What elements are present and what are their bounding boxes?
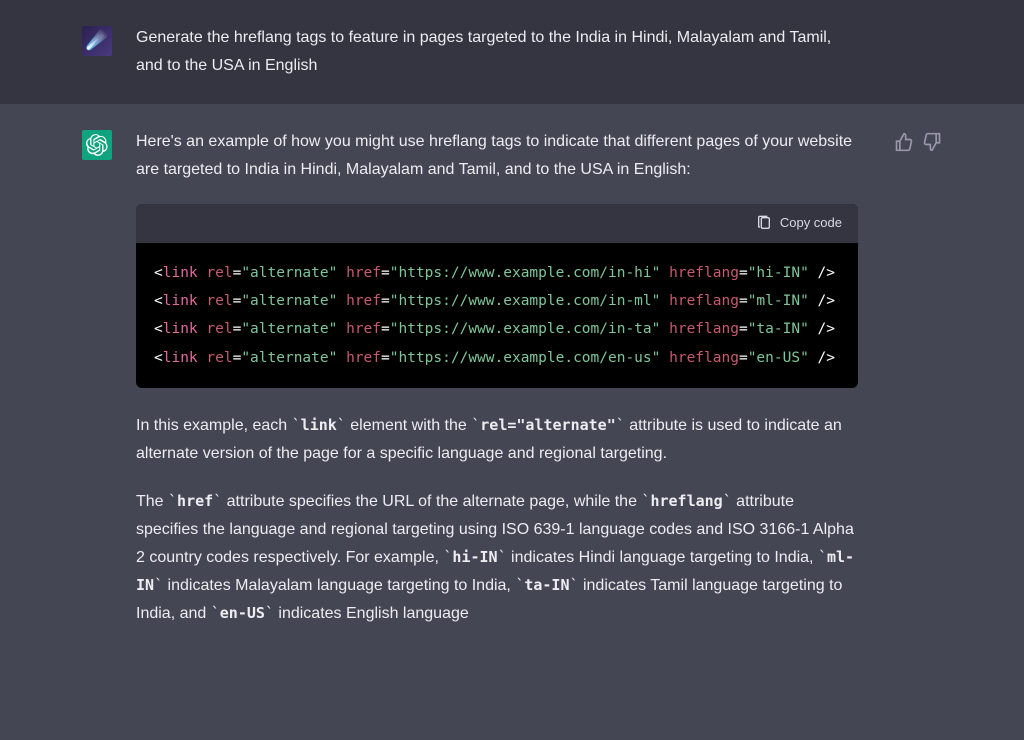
code-block: Copy code <link rel="alternate" href="ht… bbox=[136, 204, 858, 388]
inline-code-ta-in: ta-IN bbox=[524, 576, 569, 594]
assistant-paragraph-3: The `href` attribute specifies the URL o… bbox=[136, 488, 858, 628]
openai-icon bbox=[86, 134, 108, 156]
code-content[interactable]: <link rel="alternate" href="https://www.… bbox=[136, 243, 858, 388]
inline-code-hi-in: hi-IN bbox=[452, 548, 497, 566]
assistant-avatar bbox=[82, 130, 112, 160]
user-prompt-text: Generate the hreflang tags to feature in… bbox=[136, 24, 858, 80]
user-message: ☄️ Generate the hreflang tags to feature… bbox=[0, 0, 1024, 104]
copy-code-label: Copy code bbox=[780, 212, 842, 235]
inline-code-en-us: en-US bbox=[220, 604, 265, 622]
thumbs-up-icon[interactable] bbox=[894, 132, 914, 152]
clipboard-icon bbox=[756, 215, 772, 231]
inline-code-rel-alternate: rel="alternate" bbox=[480, 416, 615, 434]
inline-code-link: link bbox=[301, 416, 337, 434]
thumbs-down-icon[interactable] bbox=[922, 132, 942, 152]
assistant-message: Here's an example of how you might use h… bbox=[0, 104, 1024, 672]
copy-code-button[interactable]: Copy code bbox=[756, 212, 842, 235]
inline-code-hreflang: hreflang bbox=[650, 492, 722, 510]
assistant-paragraph-2: In this example, each `link` element wit… bbox=[136, 412, 858, 468]
assistant-intro-text: Here's an example of how you might use h… bbox=[136, 128, 858, 184]
user-avatar: ☄️ bbox=[82, 26, 112, 56]
inline-code-href: href bbox=[177, 492, 213, 510]
